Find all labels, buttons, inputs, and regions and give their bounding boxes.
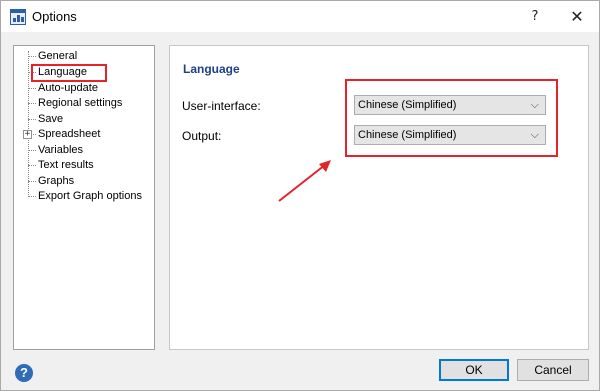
options-tree: General Language Auto-update Regional se…	[13, 45, 155, 350]
tree-item-label: Spreadsheet	[38, 128, 101, 140]
tree-item-label: Graphs	[38, 175, 75, 187]
expand-icon[interactable]: +	[23, 130, 32, 139]
section-title: Language	[183, 62, 240, 76]
annotation-highlight-box	[345, 79, 558, 157]
tree-item-label: Export Graph options	[38, 190, 142, 202]
window-title: Options	[32, 9, 77, 24]
ok-button[interactable]: OK	[439, 359, 509, 381]
user-interface-label: User-interface:	[182, 99, 261, 113]
close-button[interactable]: ✕	[554, 1, 600, 32]
title-help-button[interactable]: ?	[512, 1, 558, 32]
tree-item-label: Save	[38, 113, 64, 125]
tree-item-label: Regional settings	[38, 97, 123, 109]
chart-app-icon	[10, 9, 26, 25]
tree-item-label: Text results	[38, 159, 94, 171]
help-icon[interactable]: ?	[15, 364, 33, 382]
tree-item-label: General	[38, 50, 78, 62]
annotation-arrow-icon	[278, 160, 331, 202]
output-label: Output:	[182, 129, 222, 143]
options-dialog: Options ? ✕ General Language Auto-update…	[0, 0, 600, 391]
tree-item-label: Variables	[38, 144, 84, 156]
cancel-button[interactable]: Cancel	[517, 359, 589, 381]
title-bar: Options ? ✕	[1, 1, 599, 32]
tree-item-label: Auto-update	[38, 82, 98, 94]
